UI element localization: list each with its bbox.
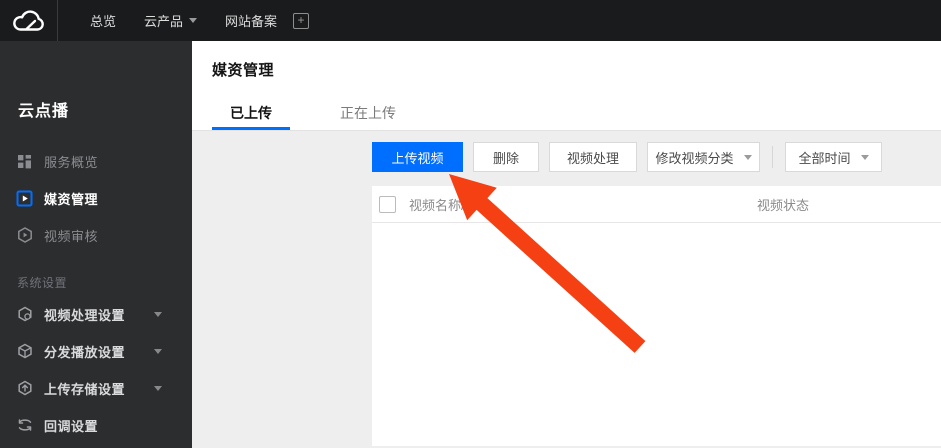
chevron-down-icon: [154, 311, 162, 317]
cloud-logo-icon: [12, 9, 44, 31]
sidebar-item-video-review[interactable]: 视频审核: [0, 222, 192, 248]
chevron-down-icon: [154, 348, 162, 354]
time-filter-label: 全部时间: [798, 150, 851, 166]
add-nav-icon[interactable]: +: [293, 12, 310, 29]
column-header-video-status: 视频状态: [757, 198, 810, 213]
table-header-row: 视频名称/ID 视频状态: [372, 186, 941, 223]
callback-loop-icon: [16, 417, 33, 434]
media-video-icon: [16, 190, 33, 207]
modify-category-label: 修改视频分类: [655, 150, 734, 166]
sidebar-item-service-overview[interactable]: 服务概览: [0, 148, 192, 174]
page-header: 媒资管理 已上传 正在上传: [192, 41, 941, 131]
nav-overview[interactable]: 总览: [76, 0, 130, 41]
select-all-checkbox[interactable]: [379, 196, 396, 213]
sidebar-item-label: 视频处理设置: [44, 307, 126, 323]
sidebar-product-title: 云点播: [18, 103, 70, 120]
sidebar: 云点播 服务概览 媒资管理 视频审核 系统设置 视频处理设置 分发播放设置 上传…: [0, 41, 192, 448]
nav-icp-filing-label: 网站备案: [225, 14, 278, 29]
nav-icp-filing[interactable]: 网站备案: [211, 0, 291, 41]
tab-bar: 已上传 正在上传: [212, 96, 414, 130]
sidebar-section-system-settings: 系统设置: [17, 276, 68, 290]
toolbar: 上传视频 删除 视频处理 修改视频分类 全部时间: [372, 142, 892, 172]
video-process-button[interactable]: 视频处理: [549, 142, 637, 172]
nav-overview-label: 总览: [90, 14, 117, 29]
upload-video-button[interactable]: 上传视频: [372, 142, 463, 172]
chevron-down-icon: [189, 18, 198, 23]
media-table-card: 视频名称/ID 视频状态: [372, 186, 941, 446]
chevron-down-icon: [154, 385, 162, 391]
modify-category-dropdown[interactable]: 修改视频分类: [647, 142, 760, 172]
tab-uploaded[interactable]: 已上传: [212, 96, 290, 130]
tab-uploading-label: 正在上传: [340, 105, 396, 121]
top-navbar: 总览 云产品 网站备案 +: [0, 0, 941, 41]
nav-cloud-products-label: 云产品: [144, 14, 184, 29]
page-title: 媒资管理: [212, 62, 275, 79]
sidebar-item-upload-storage-settings[interactable]: 上传存储设置: [0, 375, 192, 401]
upload-circle-icon: [16, 380, 33, 397]
sidebar-item-callback-settings[interactable]: 回调设置: [0, 412, 192, 438]
sidebar-item-label: 视频审核: [44, 228, 99, 244]
sidebar-item-distribution-playback-settings[interactable]: 分发播放设置: [0, 338, 192, 364]
dashboard-grid-icon: [16, 153, 33, 170]
sidebar-item-video-processing-settings[interactable]: 视频处理设置: [0, 301, 192, 327]
tab-uploading[interactable]: 正在上传: [322, 96, 414, 130]
upload-video-label: 上传视频: [391, 150, 444, 166]
sidebar-item-label: 上传存储设置: [44, 381, 126, 397]
chevron-down-icon: [860, 154, 869, 160]
column-header-video-name: 视频名称/ID: [409, 198, 478, 213]
video-processing-icon: [16, 306, 33, 323]
video-process-label: 视频处理: [566, 150, 619, 166]
time-filter-dropdown[interactable]: 全部时间: [785, 142, 882, 172]
sidebar-item-media-management[interactable]: 媒资管理: [0, 185, 192, 211]
delete-label: 删除: [492, 150, 519, 166]
sidebar-item-label: 回调设置: [44, 418, 99, 434]
sidebar-item-label: 分发播放设置: [44, 344, 126, 360]
vod-console: 总览 云产品 网站备案 + 云点播 服务概览 媒资管理 视频审核 系统设置 视频…: [0, 0, 941, 448]
nav-cloud-products[interactable]: 云产品: [130, 0, 211, 41]
sidebar-item-label: 媒资管理: [44, 191, 99, 207]
top-nav-items: 总览 云产品 网站备案 +: [76, 0, 310, 41]
delete-button[interactable]: 删除: [473, 142, 539, 172]
tab-uploaded-label: 已上传: [230, 105, 272, 121]
chevron-down-icon: [743, 154, 752, 160]
video-review-icon: [16, 227, 33, 244]
cloud-logo[interactable]: [0, 0, 58, 41]
toolbar-divider: [772, 146, 773, 168]
sidebar-item-label: 服务概览: [44, 154, 99, 170]
cube-icon: [16, 343, 33, 360]
